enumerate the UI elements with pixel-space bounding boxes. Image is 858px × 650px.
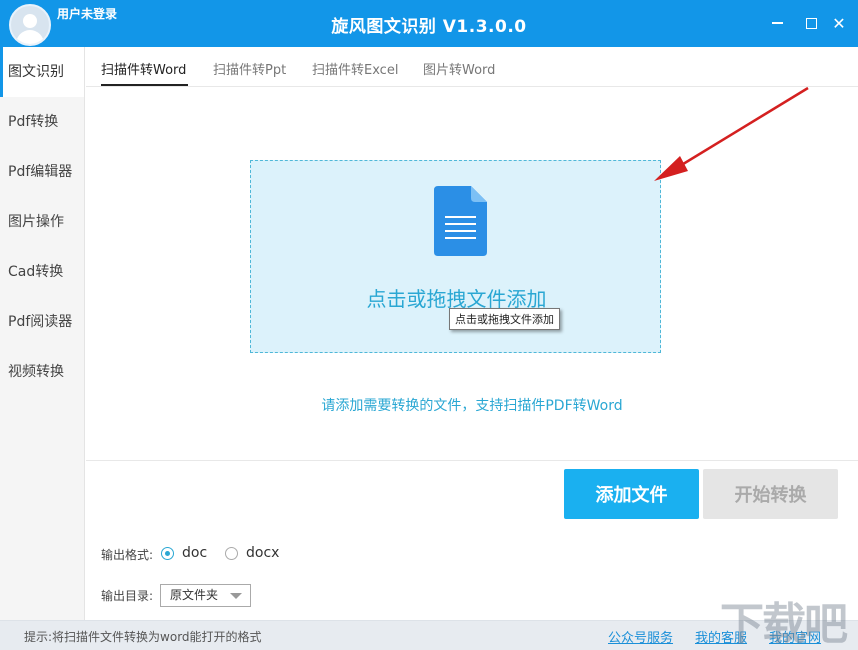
format-doc-radio[interactable] (161, 547, 174, 560)
tab-scan-to-ppt[interactable]: 扫描件转Ppt (213, 59, 286, 78)
document-icon (434, 186, 487, 256)
tab-scan-to-excel[interactable]: 扫描件转Excel (312, 59, 398, 78)
sidebar-item-pdf-editor[interactable]: Pdf编辑器 (0, 147, 84, 197)
sidebar: 图文识别 Pdf转换 Pdf编辑器 图片操作 Cad转换 Pdf阅读器 视频转换 (0, 47, 85, 620)
link-wechat-service[interactable]: 公众号服务 (608, 627, 673, 646)
format-docx-label[interactable]: docx (246, 545, 279, 561)
start-convert-button[interactable]: 开始转换 (703, 469, 838, 519)
tab-scan-to-word[interactable]: 扫描件转Word (101, 59, 189, 86)
title-bar: 用户未登录 旋风图文识别 V1.3.0.0 ✕ (0, 0, 858, 47)
sidebar-item-image-ops[interactable]: 图片操作 (0, 197, 84, 247)
divider (86, 460, 858, 461)
status-tip: 提示:将扫描件文件转换为word能打开的格式 (24, 630, 262, 644)
format-doc-label[interactable]: doc (182, 545, 207, 561)
output-dir-select[interactable]: 原文件夹 (160, 584, 251, 607)
watermark: 下载吧 (720, 599, 848, 648)
sidebar-item-pdf-reader[interactable]: Pdf阅读器 (0, 297, 84, 347)
minimize-icon[interactable] (768, 14, 786, 32)
sidebar-item-cad-convert[interactable]: Cad转换 (0, 247, 84, 297)
add-file-button[interactable]: 添加文件 (564, 469, 699, 519)
tab-image-to-word[interactable]: 图片转Word (423, 59, 495, 78)
sidebar-item-pdf-convert[interactable]: Pdf转换 (0, 97, 84, 147)
close-icon[interactable]: ✕ (830, 14, 848, 33)
output-dir-label: 输出目录: (101, 589, 154, 603)
sidebar-item-video-convert[interactable]: 视频转换 (0, 347, 84, 397)
drop-zone-tooltip: 点击或拖拽文件添加 (449, 308, 560, 330)
maximize-icon[interactable] (802, 14, 820, 32)
annotation-arrow-icon (654, 86, 809, 181)
output-format-label: 输出格式: (101, 548, 154, 562)
format-docx-radio[interactable] (225, 547, 238, 560)
chevron-down-icon (230, 593, 242, 599)
add-file-hint: 请添加需要转换的文件，支持扫描件PDF转Word (321, 398, 623, 414)
sidebar-item-ocr[interactable]: 图文识别 (0, 47, 84, 97)
output-dir-value: 原文件夹 (170, 588, 219, 602)
app-title: 旋风图文识别 V1.3.0.0 (331, 17, 527, 37)
